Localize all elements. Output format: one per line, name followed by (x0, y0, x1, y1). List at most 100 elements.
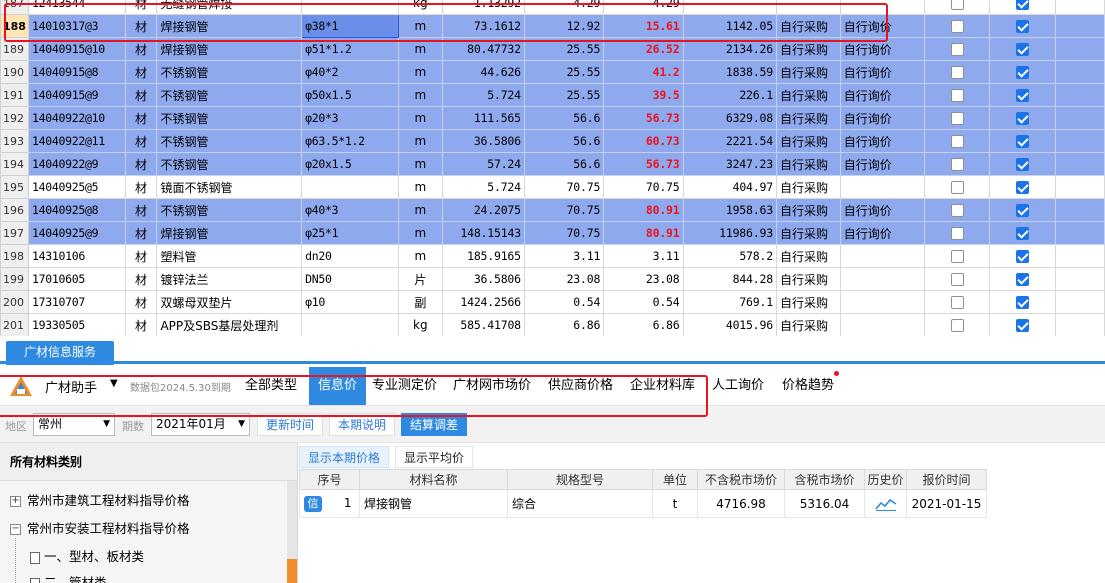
lock-checkbox[interactable] (950, 66, 964, 79)
assistant-label[interactable]: 广材助手 (45, 377, 97, 396)
nav-tab-manual-inquiry[interactable]: 人工询价 (707, 367, 769, 405)
output-checkbox[interactable] (1016, 319, 1030, 332)
expand-icon[interactable]: + (10, 496, 21, 507)
lock-checkbox[interactable] (950, 20, 964, 33)
output-checkbox[interactable] (1016, 181, 1030, 194)
grid-row[interactable]: 195 14040925@5 材镜面不锈钢管 m 5.724 70.75 70.75 404.… (0, 175, 1105, 199)
grid-row[interactable]: 187 12413544 材无缝钢管焊接 kg 1.13292 4.29 4.29 (0, 0, 1105, 15)
sidebar-scrollbar[interactable] (287, 481, 297, 583)
grid-row[interactable]: 198 14310106 材塑料管 dn20 m 185.9165 3.11 3.11 578.… (0, 244, 1105, 268)
budget-price: 56.6 (523, 106, 605, 130)
row-number[interactable]: 196 (0, 198, 29, 222)
collapse-icon[interactable]: − (10, 524, 21, 535)
lock-checkbox[interactable] (950, 0, 964, 10)
row-number[interactable]: 197 (0, 221, 29, 245)
row-number[interactable]: 195 (0, 175, 29, 199)
output-checkbox[interactable] (1016, 20, 1030, 33)
grid-row[interactable]: 194 14040922@9 材不锈钢管 φ20x1.5 m 57.24 56.6 56.73… (0, 152, 1105, 176)
grid-row[interactable]: 188 14010317@3 材焊接钢管 φ38*1 m 73.1612 12.92 15.6… (0, 14, 1105, 38)
output-checkbox[interactable] (1016, 66, 1030, 79)
grid-row[interactable]: 189 14040915@10 材焊接钢管 φ51*1.2 m 80.47732 25.55… (0, 37, 1105, 61)
output-checkbox[interactable] (1016, 135, 1030, 148)
material-table: 187 12413544 材无缝钢管焊接 kg 1.13292 4.29 4.29 188 14… (0, 0, 1105, 336)
tree-item-pipes[interactable]: 二、管材类 (30, 570, 107, 583)
nav-tab-price-trend[interactable]: 价格趋势 (777, 367, 839, 405)
quantity: 36.5806 (442, 267, 525, 291)
nav-tab-market-price[interactable]: 广材网市场价 (448, 367, 536, 405)
nav-tab-all-types[interactable]: 全部类型 (240, 367, 302, 405)
output-checkbox[interactable] (1016, 43, 1030, 56)
lock-checkbox[interactable] (950, 158, 964, 171)
row-number[interactable]: 188 (0, 14, 29, 38)
output-checkbox[interactable] (1016, 89, 1030, 102)
lock-checkbox[interactable] (950, 296, 964, 309)
output-checkbox[interactable] (1016, 296, 1030, 309)
supply-method: 自行采购 (775, 60, 841, 84)
lock-checkbox[interactable] (950, 273, 964, 286)
period-select[interactable]: 2021年01月 ▼ (151, 413, 250, 436)
lock-checkbox[interactable] (950, 227, 964, 240)
grid-row[interactable]: 197 14040925@9 材焊接钢管 φ25*1 m 148.15143 70.75 80… (0, 221, 1105, 245)
lock-checkbox[interactable] (950, 204, 964, 217)
period-note-button[interactable]: 本期说明 (329, 413, 396, 436)
row-number[interactable]: 190 (0, 60, 29, 84)
grid-row[interactable]: 201 19330505 材 APP及SBS基层处理剂 kg 585.41708 6.86 6… (0, 313, 1105, 336)
subtab-current-price[interactable]: 显示本期价格 (299, 446, 390, 468)
tree-item-installation[interactable]: − 常州市安装工程材料指导价格 (10, 516, 190, 542)
row-number[interactable]: 187 (0, 0, 29, 15)
row-number[interactable]: 200 (0, 290, 29, 314)
row-number[interactable]: 191 (0, 83, 29, 107)
material-unit: 副 (397, 290, 444, 314)
output-checkbox[interactable] (1016, 0, 1030, 10)
grid-row[interactable]: 196 14040925@8 材不锈钢管 φ40*3 m 24.2075 70.75 80.9… (0, 198, 1105, 222)
region-select[interactable]: 常州 ▼ (33, 413, 115, 436)
trend-chart-icon[interactable] (874, 497, 897, 511)
price-info-service-tab[interactable]: 广材信息服务 (6, 341, 114, 365)
sidebar-scroll-thumb[interactable] (287, 559, 297, 583)
output-checkbox[interactable] (1016, 112, 1030, 125)
market-price: 56.73 (603, 106, 684, 130)
row-number[interactable]: 193 (0, 129, 29, 153)
row-number[interactable]: 194 (0, 152, 29, 176)
sidebar-title: 所有材料类别 (0, 443, 297, 481)
lock-checkbox[interactable] (950, 319, 964, 332)
output-checkbox[interactable] (1016, 158, 1030, 171)
nav-tab-professional-price[interactable]: 专业测定价 (367, 367, 442, 405)
output-checkbox-cell (989, 313, 1056, 336)
tree-item-building[interactable]: + 常州市建筑工程材料指导价格 (10, 488, 190, 514)
nav-tab-info-price[interactable]: 信息价 (309, 367, 366, 405)
row-number[interactable]: 192 (0, 106, 29, 130)
update-time-button[interactable]: 更新时间 (257, 413, 324, 436)
lock-checkbox[interactable] (950, 135, 964, 148)
row-number[interactable]: 189 (0, 37, 29, 61)
lock-checkbox[interactable] (950, 112, 964, 125)
price-row[interactable]: 信 1 焊接钢管 综合 t 4716.98 5316.04 2021-01-15 (299, 489, 987, 518)
output-checkbox[interactable] (1016, 227, 1030, 240)
grid-row[interactable]: 193 14040922@11 材不锈钢管 φ63.5*1.2 m 36.5806 56.6… (0, 129, 1105, 153)
output-checkbox[interactable] (1016, 273, 1030, 286)
grid-row[interactable]: 190 14040915@8 材不锈钢管 φ40*2 m 44.626 25.55 41.2 1… (0, 60, 1105, 84)
output-checkbox[interactable] (1016, 250, 1030, 263)
price-toolbar: 广材助手 ▼ 数据包2024.5.30到期 全部类型 信息价 专业测定价 广材网… (0, 367, 1105, 405)
grid-row[interactable]: 200 17310707 材双螺母双垫片 φ10 副 1424.2566 0.54 0.54 7… (0, 290, 1105, 314)
nav-tab-supplier-price[interactable]: 供应商价格 (543, 367, 618, 405)
lock-checkbox[interactable] (950, 89, 964, 102)
lock-checkbox[interactable] (950, 250, 964, 263)
assistant-dropdown-icon[interactable]: ▼ (110, 378, 118, 389)
subtab-average-price[interactable]: 显示平均价 (395, 446, 474, 468)
grid-row[interactable]: 199 17010605 材镀锌法兰 DN50 片 36.5806 23.08 23.08 84… (0, 267, 1105, 291)
lock-checkbox[interactable] (950, 181, 964, 194)
row-number[interactable]: 199 (0, 267, 29, 291)
grid-row[interactable]: 191 14040915@9 材不锈钢管 φ50x1.5 m 5.724 25.55 39.5… (0, 83, 1105, 107)
row-number[interactable]: 198 (0, 244, 29, 268)
nav-tab-enterprise-library[interactable]: 企业材料库 (625, 367, 700, 405)
grid-row[interactable]: 192 14040922@10 材不锈钢管 φ20*3 m 111.565 56.6 56.7… (0, 106, 1105, 130)
budget-price: 25.55 (523, 37, 605, 61)
tree-item-profiles[interactable]: 一、型材、板材类 (30, 544, 144, 570)
row-number[interactable]: 201 (0, 313, 29, 336)
settle-adjust-button[interactable]: 结算调差 (401, 413, 468, 436)
total-amount: 6329.08 (682, 106, 777, 130)
lock-checkbox[interactable] (950, 43, 964, 56)
price-source (839, 175, 926, 199)
output-checkbox[interactable] (1016, 204, 1030, 217)
